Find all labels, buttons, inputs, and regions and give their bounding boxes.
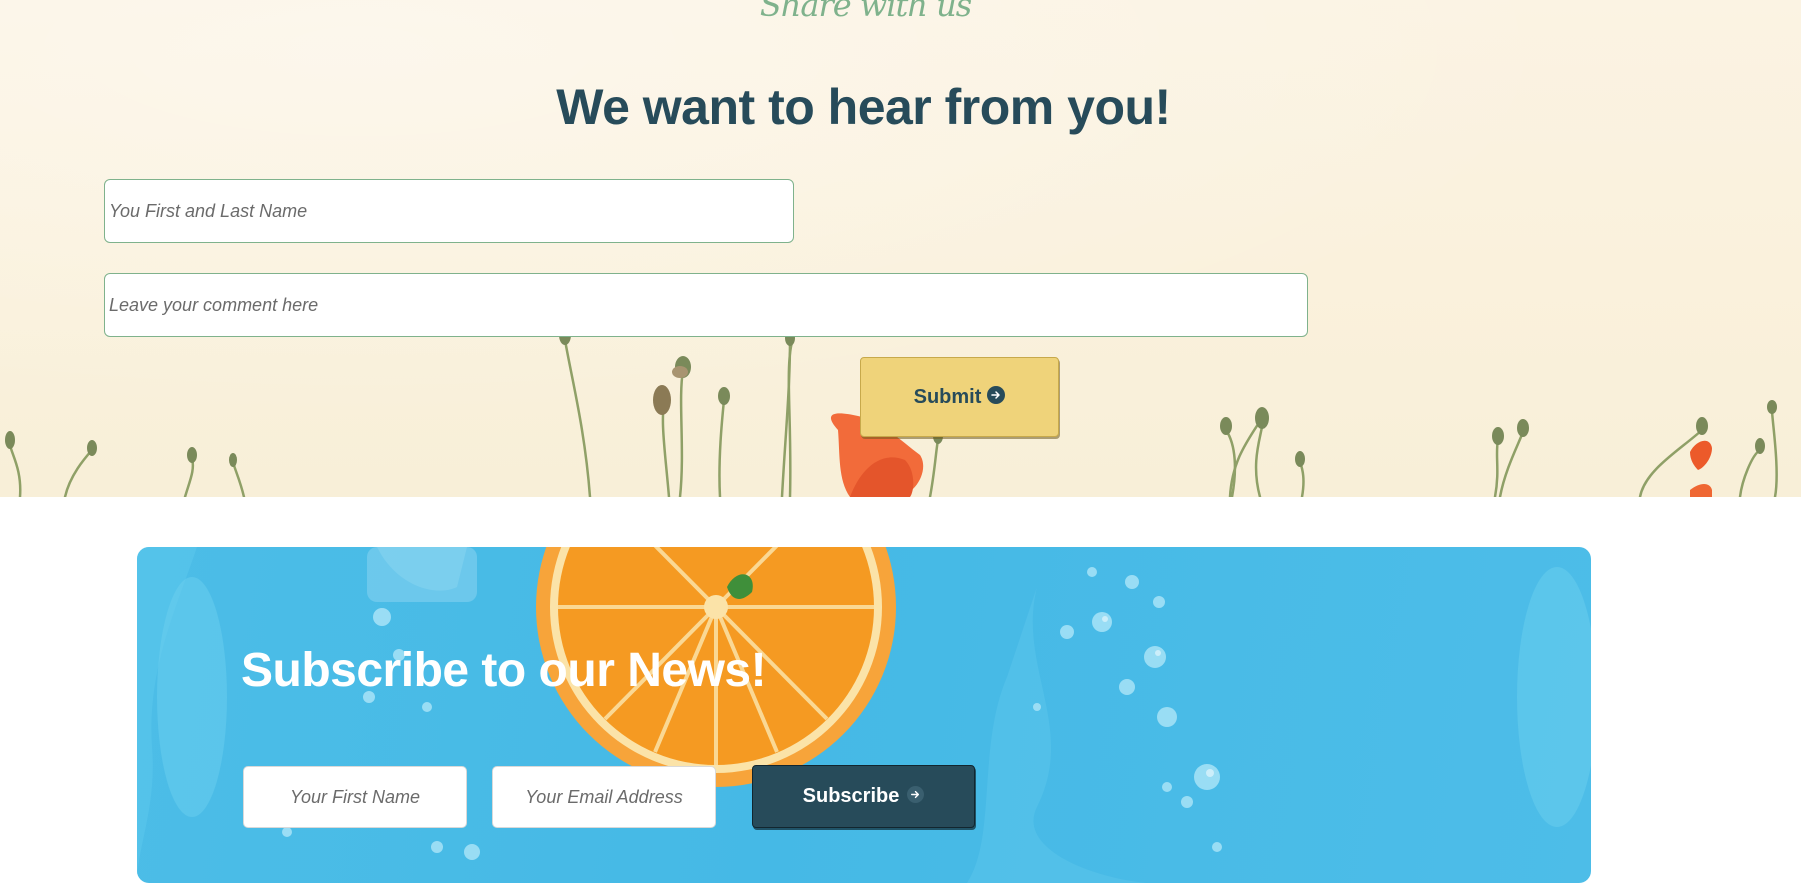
newsletter-heading: Subscribe to our News! xyxy=(241,644,767,697)
page: Share with us We want to hear from you! … xyxy=(0,0,1801,892)
newsletter-card: Subscribe to our News! Subscribe xyxy=(137,547,1591,883)
first-name-field[interactable] xyxy=(243,766,467,828)
comment-field[interactable] xyxy=(104,273,1308,337)
contact-heading: We want to hear from you! xyxy=(556,79,1171,135)
circle-arrow-right-icon xyxy=(906,786,924,804)
name-field[interactable] xyxy=(104,179,794,243)
submit-button[interactable]: Submit xyxy=(860,357,1059,437)
orange-water-background-image xyxy=(137,547,1591,883)
circle-arrow-right-icon xyxy=(987,386,1006,404)
contact-section: Share with us We want to hear from you! … xyxy=(0,0,1801,497)
subscribe-label: Subscribe xyxy=(802,785,900,807)
section-eyebrow: Share with us xyxy=(759,0,972,24)
subscribe-button[interactable]: Subscribe xyxy=(752,765,975,828)
email-field[interactable] xyxy=(492,766,716,828)
submit-label: Submit xyxy=(913,385,982,408)
